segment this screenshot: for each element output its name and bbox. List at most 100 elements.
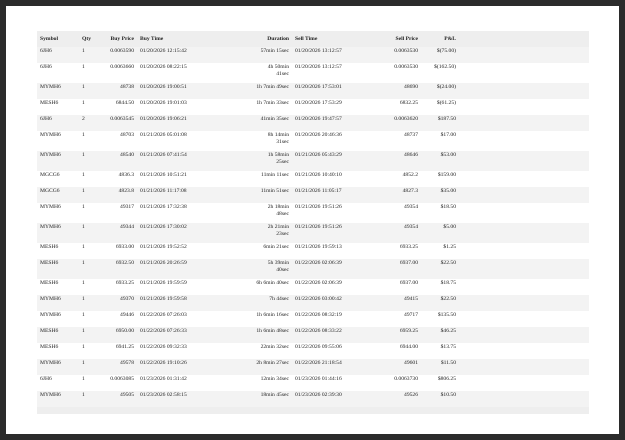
cell-symbol: MYMH6 <box>37 295 79 311</box>
cell-pnl: $(24.00) <box>421 83 459 99</box>
cell-qty: 1 <box>79 47 97 63</box>
cell-sell-price: 6937.00 <box>364 259 421 279</box>
cell-buy-price: 0.0063590 <box>97 47 137 63</box>
duration-line: 5h 39min <box>267 260 289 266</box>
header-buy-time: Buy Time <box>137 31 207 47</box>
row-spacer <box>459 327 589 343</box>
row-spacer <box>459 171 589 187</box>
cell-sell-time: 01/21/2026 11:05:17 <box>292 187 364 203</box>
cell-qty: 1 <box>79 259 97 279</box>
cell-symbol: 6JH6 <box>37 47 79 63</box>
cell-sell-price: 49526 <box>364 391 421 407</box>
header-spacer <box>459 31 589 47</box>
cell-buy-time: 01/21/2026 11:17:08 <box>137 187 207 203</box>
duration-line: 11min 11sec <box>260 172 289 178</box>
cell-buy-time: 01/20/2026 19:00:51 <box>137 83 207 99</box>
cell-sell-time: 01/22/2026 08:32:19 <box>292 311 364 327</box>
cell-buy-price: 6941.25 <box>97 343 137 359</box>
cell-buy-price: 0.0063660 <box>97 63 137 83</box>
cell-buy-price: 49505 <box>97 391 137 407</box>
cell-symbol: MESH6 <box>37 259 79 279</box>
cell-symbol: MYMH6 <box>37 223 79 243</box>
table-row: MESH6 1 6844.50 01/20/2026 19:01:03 1h 7min … <box>37 99 589 115</box>
row-spacer <box>459 115 589 131</box>
cell-buy-time: 01/20/2026 08:22:15 <box>137 63 207 83</box>
cell-symbol: MYMH6 <box>37 203 79 223</box>
row-spacer <box>459 131 589 151</box>
cell-pnl: $11.50 <box>421 359 459 375</box>
cell-qty: 1 <box>79 63 97 83</box>
cell-sell-price: 48646 <box>364 151 421 171</box>
cell-qty: 1 <box>79 151 97 171</box>
cell-buy-time: 01/20/2026 19:01:03 <box>137 99 207 115</box>
cell-qty: 1 <box>79 391 97 407</box>
cell-duration: 2h 8min 27sec <box>207 359 292 375</box>
duration-line: 57min 15sec <box>260 48 289 54</box>
cell-symbol: MYMH6 <box>37 151 79 171</box>
duration-line: 4h 50min <box>267 64 289 70</box>
cell-qty: 1 <box>79 131 97 151</box>
cell-sell-price: 6959.25 <box>364 327 421 343</box>
duration-line: 23sec <box>276 231 289 237</box>
cell-qty: 1 <box>79 83 97 99</box>
duration-line: 2h 18min <box>267 204 289 210</box>
cell-symbol: MESH6 <box>37 99 79 115</box>
cell-sell-price: 49354 <box>364 203 421 223</box>
cell-qty: 1 <box>79 223 97 243</box>
cell-pnl: $18.50 <box>421 203 459 223</box>
cell-duration: 6min 21sec <box>207 243 292 259</box>
cell-buy-time: 01/21/2026 05:01:08 <box>137 131 207 151</box>
trades-table-container: Symbol Qty Buy Price Buy Time Duration S… <box>37 31 589 414</box>
table-row: MYMH6 1 48540 01/21/2026 07:41:54 1h 58min 25… <box>37 151 589 171</box>
cell-duration: 6h 6min 40sec <box>207 279 292 295</box>
cell-buy-price: 4823.8 <box>97 187 137 203</box>
duration-line: 1h 6min 48sec <box>256 328 289 334</box>
cell-sell-time: 01/23/2026 02:39:30 <box>292 391 364 407</box>
cell-sell-time: 01/22/2026 03:00:42 <box>292 295 364 311</box>
cell-sell-time: 01/21/2026 19:51:26 <box>292 223 364 243</box>
table-row: MESH6 1 6933.00 01/21/2026 19:52:52 6min 21s… <box>37 243 589 259</box>
row-spacer <box>459 243 589 259</box>
duration-line: 18min 45sec <box>260 392 289 398</box>
cell-sell-price: 6832.25 <box>364 99 421 115</box>
table-row: MYMH6 1 49317 01/21/2026 17:32:38 2h 18min 48… <box>37 203 589 223</box>
cell-buy-time: 01/23/2026 01:31:42 <box>137 375 207 391</box>
header-buy-price: Buy Price <box>97 31 137 47</box>
cell-buy-price: 4836.3 <box>97 171 137 187</box>
cell-duration: 1h 6min 48sec <box>207 327 292 343</box>
table-row: MESH6 1 6941.25 01/22/2026 09:32:33 22min 32… <box>37 343 589 359</box>
row-spacer <box>459 99 589 115</box>
duration-line: 6h 6min 40sec <box>256 280 289 286</box>
cell-duration: 2h 21min 23sec <box>207 223 292 243</box>
duration-line: 25sec <box>276 159 289 165</box>
cell-sell-price: 0.0063730 <box>364 375 421 391</box>
cell-buy-price: 48540 <box>97 151 137 171</box>
cell-sell-price: 49601 <box>364 359 421 375</box>
table-row: 6JH6 1 0.0063660 01/20/2026 08:22:15 4h 50mi… <box>37 63 589 83</box>
cell-qty: 1 <box>79 343 97 359</box>
table-row: MYMH6 1 49578 01/22/2026 19:10:26 2h 8min 27… <box>37 359 589 375</box>
table-row: MESH6 1 6950.00 01/22/2026 07:26:33 1h 6min … <box>37 327 589 343</box>
cell-buy-price: 48738 <box>97 83 137 99</box>
header-qty: Qty <box>79 31 97 47</box>
cell-buy-time: 01/22/2026 19:10:26 <box>137 359 207 375</box>
cell-buy-time: 01/21/2026 19:59:58 <box>137 295 207 311</box>
cell-duration: 1h 7min 33sec <box>207 99 292 115</box>
table-row: 6JH6 2 0.0063545 01/20/2026 19:06:21 41min 3… <box>37 115 589 131</box>
cell-sell-price: 4827.3 <box>364 187 421 203</box>
cell-buy-price: 0.0063545 <box>97 115 137 131</box>
cell-symbol: MYMH6 <box>37 311 79 327</box>
cell-buy-time: 01/21/2026 19:52:52 <box>137 243 207 259</box>
cell-pnl: $5.00 <box>421 223 459 243</box>
duration-line: 48sec <box>276 211 289 217</box>
cell-buy-time: 01/21/2026 17:30:02 <box>137 223 207 243</box>
cell-duration: 4h 50min 41sec <box>207 63 292 83</box>
trades-table: Symbol Qty Buy Price Buy Time Duration S… <box>37 31 589 407</box>
cell-buy-time: 01/22/2026 07:26:03 <box>137 311 207 327</box>
cell-sell-price: 6937.00 <box>364 279 421 295</box>
cell-qty: 1 <box>79 171 97 187</box>
cell-qty: 1 <box>79 359 97 375</box>
table-row: MESH6 1 6932.50 01/21/2026 20:26:59 5h 39min… <box>37 259 589 279</box>
cell-sell-time: 01/20/2026 20:46:36 <box>292 131 364 151</box>
cell-buy-price: 48703 <box>97 131 137 151</box>
